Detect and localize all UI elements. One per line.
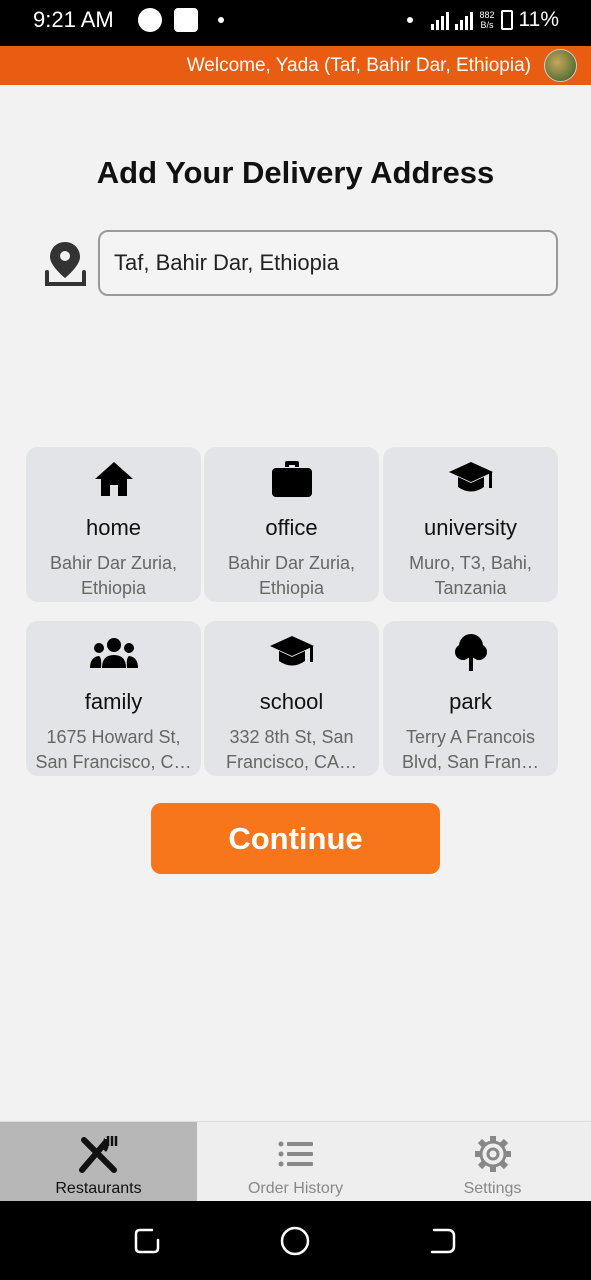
list-icon — [197, 1132, 394, 1176]
signal-icon — [455, 10, 474, 30]
nav-label: Settings — [463, 1180, 522, 1197]
card-address: 1675 Howard St, San Francisco, C… — [35, 727, 192, 772]
page-title: Add Your Delivery Address — [96, 155, 495, 190]
map-pin-icon — [45, 242, 86, 286]
card-label: school — [259, 689, 324, 714]
more-notifications-dot-icon — [218, 17, 224, 23]
network-speed: 882 B/s — [479, 10, 495, 30]
home-button-icon[interactable] — [280, 1226, 310, 1256]
user-avatar[interactable] — [544, 49, 577, 82]
graduation-cap-icon — [204, 633, 379, 673]
nav-label: Restaurants — [55, 1180, 142, 1197]
saved-address-card-family[interactable]: family 1675 Howard St, San Francisco, C… — [26, 621, 201, 776]
nav-label: Order History — [247, 1180, 344, 1197]
card-label: office — [265, 515, 318, 540]
card-address: Terry A Francois Blvd, San Fran… — [401, 727, 540, 772]
saved-address-card-home[interactable]: home Bahir Dar Zuria, Ethiopia — [26, 447, 201, 602]
card-address: Bahir Dar Zuria, Ethiopia — [227, 553, 356, 598]
card-address: 332 8th St, San Francisco, CA… — [225, 727, 358, 772]
saved-address-card-university[interactable]: university Muro, T3, Bahi, Tanzania — [383, 447, 558, 602]
gear-icon — [394, 1132, 591, 1176]
card-label: home — [85, 515, 142, 540]
card-address: Bahir Dar Zuria, Ethiopia — [49, 553, 178, 598]
fork-knife-icon — [0, 1132, 197, 1176]
saved-address-card-school[interactable]: school 332 8th St, San Francisco, CA… — [204, 621, 379, 776]
saved-address-card-office[interactable]: office Bahir Dar Zuria, Ethiopia — [204, 447, 379, 602]
recent-apps-icon[interactable] — [132, 1226, 162, 1256]
shopping-bag-icon — [174, 8, 198, 32]
welcome-text: Welcome, Yada (Taf, Bahir Dar, Ethiopia) — [186, 55, 531, 76]
back-icon[interactable] — [428, 1226, 458, 1256]
nav-item-order-history[interactable]: Order History — [197, 1122, 394, 1201]
battery-icon — [500, 10, 513, 30]
system-navigation-bar — [0, 1201, 591, 1280]
delivery-address-input[interactable] — [98, 230, 558, 296]
app-notification-icon — [138, 8, 162, 32]
nav-item-restaurants[interactable]: Restaurants — [0, 1122, 197, 1201]
status-dot-icon — [407, 17, 414, 23]
saved-address-card-park[interactable]: park Terry A Francois Blvd, San Fran… — [383, 621, 558, 776]
home-icon — [26, 459, 201, 499]
briefcase-icon — [204, 459, 379, 499]
graduation-cap-icon — [383, 459, 558, 499]
card-label: university — [424, 515, 517, 540]
card-label: family — [84, 689, 143, 714]
battery-percent: 11% — [518, 8, 559, 31]
people-icon — [26, 633, 201, 673]
bottom-nav: Restaurants Order History Settings — [0, 1121, 591, 1201]
welcome-header: Welcome, Yada (Taf, Bahir Dar, Ethiopia) — [0, 46, 591, 85]
tree-icon — [383, 633, 558, 673]
nav-item-settings[interactable]: Settings — [394, 1122, 591, 1201]
card-address: Muro, T3, Bahi, Tanzania — [409, 553, 532, 598]
continue-button[interactable]: Continue — [151, 803, 440, 874]
card-label: park — [449, 689, 492, 714]
signal-icon — [431, 10, 450, 30]
status-bar: 9:21 AM 882 B/s 11% — [0, 0, 591, 46]
status-time: 9:21 AM — [33, 7, 114, 32]
